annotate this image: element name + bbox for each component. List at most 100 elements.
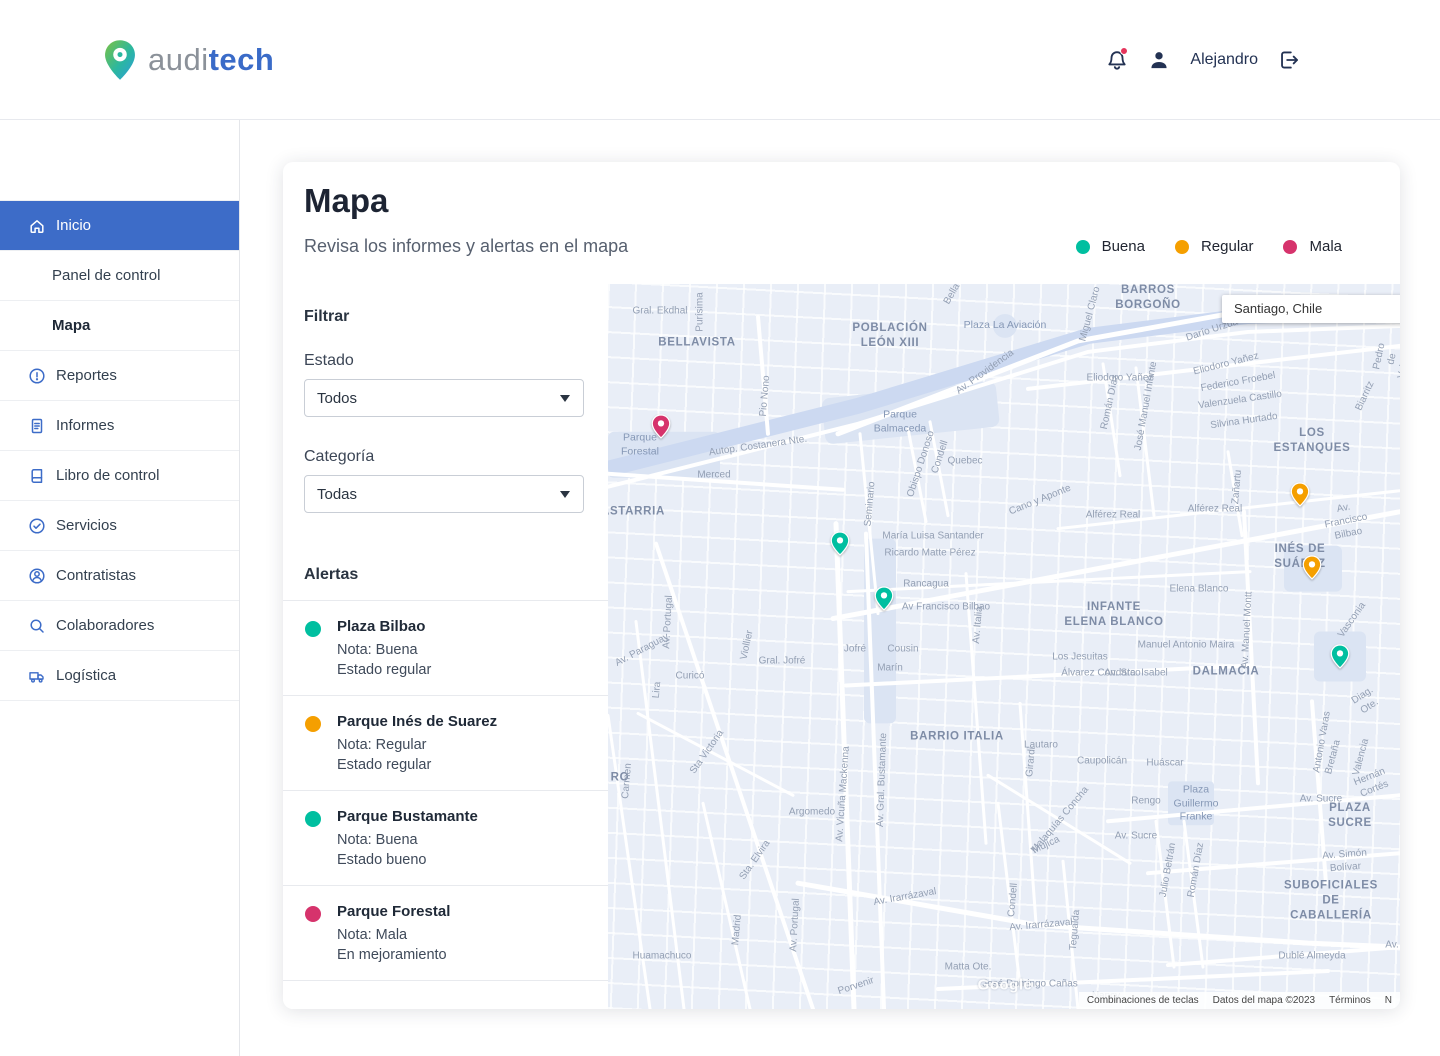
document-icon <box>28 417 46 435</box>
sidebar-item-inicio[interactable]: Inicio <box>0 201 239 251</box>
map-canvas[interactable]: BARROS BORGOÑOPOBLACIÓN LEÓN XIIIBELLAVI… <box>608 284 1400 1009</box>
notification-badge <box>1120 47 1128 55</box>
alert-circle-icon <box>28 367 46 385</box>
sidebar-item-label: Contratistas <box>56 567 136 584</box>
user-circle-icon <box>28 567 46 585</box>
categoria-select-value: Todas <box>317 486 357 503</box>
alert-estado: Estado regular <box>337 755 592 775</box>
alert-item-parque-forestal[interactable]: Parque Forestal Nota: Mala En mejoramien… <box>283 886 608 981</box>
estado-select-value: Todos <box>317 390 357 407</box>
sidebar-item-label: Panel de control <box>52 267 160 284</box>
map-search-box[interactable]: Santiago, Chile <box>1222 295 1400 323</box>
legend-label: Regular <box>1201 238 1254 255</box>
sidebar-item-label: Colaboradores <box>56 617 154 634</box>
alert-name: Parque Bustamante <box>337 808 592 825</box>
sidebar-item-mapa[interactable]: Mapa <box>0 301 239 351</box>
status-dot <box>305 906 321 922</box>
google-watermark: Google <box>978 977 1033 994</box>
legend-label: Buena <box>1102 238 1145 255</box>
alert-item-parque-ines-de-suarez[interactable]: Parque Inés de Suarez Nota: Regular Esta… <box>283 696 608 791</box>
alert-nota: Nota: Buena <box>337 640 592 660</box>
alert-item-parque-bustamante[interactable]: Parque Bustamante Nota: Buena Estado bue… <box>283 791 608 886</box>
legend-dot-regular <box>1175 240 1189 254</box>
map-pin-buena[interactable] <box>874 586 894 612</box>
status-legend: Buena Regular Mala <box>1076 238 1342 255</box>
estado-select[interactable]: Todos <box>304 379 584 417</box>
alert-estado: Estado regular <box>337 660 592 680</box>
page-subtitle: Revisa los informes y alertas en el mapa <box>304 236 628 257</box>
sidebar-item-label: Mapa <box>52 317 90 334</box>
app-header: auditech Alejandro <box>0 0 1440 120</box>
logout-icon[interactable] <box>1278 49 1300 71</box>
filter-panel: Filtrar Estado Todos Categoría Todas Ale… <box>283 284 608 1009</box>
alert-estado: En mejoramiento <box>337 945 592 965</box>
map-pin-regular[interactable] <box>1302 555 1322 581</box>
page-title: Mapa <box>304 182 388 220</box>
sidebar-item-reportes[interactable]: Reportes <box>0 351 239 401</box>
alert-name: Parque Forestal <box>337 903 592 920</box>
check-circle-icon <box>28 517 46 535</box>
legend-item-buena: Buena <box>1076 238 1145 255</box>
legend-label: Mala <box>1309 238 1342 255</box>
filter-title: Filtrar <box>304 308 349 326</box>
legend-dot-buena <box>1076 240 1090 254</box>
map-pin-buena[interactable] <box>1330 644 1350 670</box>
sidebar-item-label: Informes <box>56 417 114 434</box>
home-icon <box>28 217 46 235</box>
status-dot <box>305 716 321 732</box>
alert-item-plaza-bilbao[interactable]: Plaza Bilbao Nota: Buena Estado regular <box>283 601 608 696</box>
user-name[interactable]: Alejandro <box>1190 51 1258 69</box>
map-attribution: Combinaciones de teclas Datos del mapa ©2… <box>1079 992 1400 1009</box>
sidebar: Inicio Panel de control Mapa Reportes In… <box>0 120 240 1056</box>
pin-logo-icon <box>102 38 138 82</box>
sidebar-item-logistica[interactable]: Logística <box>0 651 239 701</box>
alert-list: Plaza Bilbao Nota: Buena Estado regular … <box>283 600 608 981</box>
alert-nota: Nota: Buena <box>337 830 592 850</box>
map-pins-layer <box>608 284 1400 1009</box>
truck-icon <box>28 667 46 685</box>
legend-item-mala: Mala <box>1283 238 1342 255</box>
sidebar-item-informes[interactable]: Informes <box>0 401 239 451</box>
categoria-label: Categoría <box>304 448 374 466</box>
search-icon <box>28 617 46 635</box>
categoria-select[interactable]: Todas <box>304 475 584 513</box>
main-content: Mapa Revisa los informes y alertas en el… <box>240 120 1440 1056</box>
sidebar-item-libro-de-control[interactable]: Libro de control <box>0 451 239 501</box>
book-icon <box>28 467 46 485</box>
map-pin-buena[interactable] <box>830 531 850 557</box>
logo-text: auditech <box>148 42 274 78</box>
sidebar-item-label: Logística <box>56 667 116 684</box>
chevron-down-icon <box>560 491 570 498</box>
alert-name: Parque Inés de Suarez <box>337 713 592 730</box>
legend-item-regular: Regular <box>1175 238 1254 255</box>
sidebar-item-servicios[interactable]: Servicios <box>0 501 239 551</box>
status-dot <box>305 811 321 827</box>
sidebar-item-colaboradores[interactable]: Colaboradores <box>0 601 239 651</box>
bell-icon[interactable] <box>1106 49 1128 71</box>
alert-name: Plaza Bilbao <box>337 618 592 635</box>
map-attribution-link[interactable]: Términos <box>1329 995 1371 1006</box>
map-attribution-text: Datos del mapa ©2023 <box>1213 995 1315 1006</box>
estado-label: Estado <box>304 352 354 370</box>
sidebar-item-label: Inicio <box>56 217 91 234</box>
status-dot <box>305 621 321 637</box>
alert-estado: Estado bueno <box>337 850 592 870</box>
mapa-card: Mapa Revisa los informes y alertas en el… <box>283 162 1400 1009</box>
sidebar-item-label: Libro de control <box>56 467 159 484</box>
map-attribution-link[interactable]: N <box>1385 995 1392 1006</box>
alert-nota: Nota: Regular <box>337 735 592 755</box>
legend-dot-mala <box>1283 240 1297 254</box>
alert-nota: Nota: Mala <box>337 925 592 945</box>
logo[interactable]: auditech <box>102 38 274 82</box>
sidebar-item-label: Reportes <box>56 367 117 384</box>
sidebar-item-panel-de-control[interactable]: Panel de control <box>0 251 239 301</box>
map-pin-mala[interactable] <box>651 414 671 440</box>
map-pin-regular[interactable] <box>1290 482 1310 508</box>
sidebar-item-contratistas[interactable]: Contratistas <box>0 551 239 601</box>
chevron-down-icon <box>560 395 570 402</box>
header-actions: Alejandro <box>1106 49 1300 71</box>
user-icon[interactable] <box>1148 49 1170 71</box>
alerts-title: Alertas <box>304 566 358 584</box>
sidebar-item-label: Servicios <box>56 517 117 534</box>
map-attribution-link[interactable]: Combinaciones de teclas <box>1087 995 1199 1006</box>
